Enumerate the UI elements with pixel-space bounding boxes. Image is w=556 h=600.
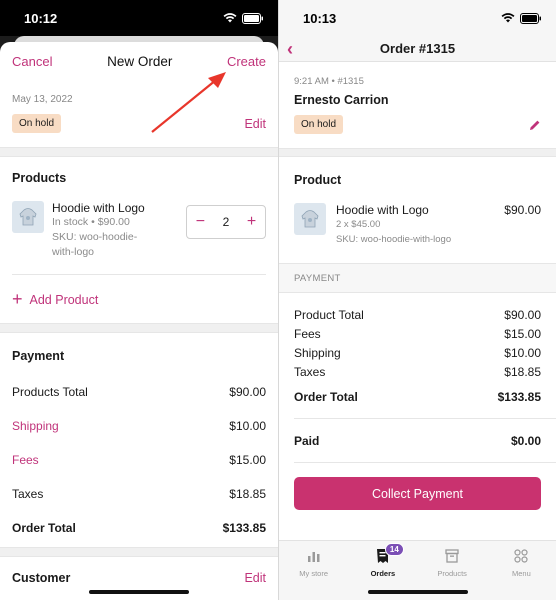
product-item: Hoodie with Logo In stock • $90.00 SKU: … (0, 201, 278, 260)
increment-button[interactable]: + (247, 213, 256, 231)
payment-row-order-total: Order Total $133.85 (294, 389, 541, 404)
nav-bar: Cancel New Order Create (0, 42, 278, 80)
product-sku-cont: with-logo (52, 246, 95, 258)
customer-name: Ernesto Carrion (294, 93, 389, 107)
back-chevron-icon[interactable]: ‹ (287, 39, 293, 60)
box-icon (445, 549, 459, 563)
order-date: May 13, 2022 (12, 94, 73, 105)
customer-row: Customer Edit (0, 571, 278, 585)
status-badge: On hold (12, 114, 62, 133)
status-row: On hold Edit (0, 105, 278, 133)
order-detail-screen: 10:13 ‹ Order #1315 9:21 AM • #1315 Erne… (278, 0, 556, 600)
add-product-label: Add Product (29, 292, 99, 307)
payment-row-fees: Fees $15.00 (294, 326, 541, 341)
wifi-icon (501, 13, 515, 23)
products-section-title: Products (12, 171, 67, 185)
battery-icon (520, 12, 541, 24)
collect-payment-button[interactable]: Collect Payment (294, 477, 541, 510)
decrement-button[interactable]: − (196, 213, 205, 231)
hoodie-icon (301, 210, 319, 228)
create-button[interactable]: Create (227, 54, 266, 69)
hoodie-icon (19, 208, 37, 226)
status-icons (501, 12, 542, 24)
tab-label: My store (299, 569, 328, 578)
payment-row-shipping: Shipping $10.00 (294, 345, 541, 360)
page-title: Order #1315 (379, 41, 456, 56)
product-name: Hoodie with Logo (52, 201, 145, 215)
tab-label: Menu (511, 569, 531, 578)
annotation-arrow-icon (151, 72, 226, 133)
add-product-button[interactable]: + Add Product (0, 289, 278, 310)
pencil-icon[interactable] (529, 119, 541, 131)
payment-row-product-total: Product Total $90.00 (294, 307, 541, 322)
status-bar: 10:13 (279, 0, 556, 36)
battery-icon (242, 12, 263, 24)
home-indicator (89, 590, 189, 594)
payment-row-taxes: Taxes $18.85 (294, 364, 541, 379)
new-order-sheet: Cancel New Order Create May 13, 2022 On … (0, 42, 278, 600)
tab-label: Orders (370, 569, 396, 578)
product-qty-price: 2 x $45.00 (336, 219, 381, 230)
payment-section-label: PAYMENT (279, 263, 556, 293)
plus-icon: + (12, 289, 23, 309)
product-thumbnail (12, 201, 44, 233)
edit-status-button[interactable]: Edit (244, 117, 266, 131)
new-order-screen: 10:12 Cancel New Order Create May 13, 20… (0, 0, 278, 600)
status-time: 10:13 (303, 10, 337, 26)
tab-label: Products (437, 569, 467, 578)
product-price: $90.00 (504, 203, 541, 217)
product-sku: SKU: woo-hoodie-with-logo (336, 234, 452, 245)
quantity-value: 2 (222, 215, 230, 229)
quantity-stepper: − 2 + (186, 205, 266, 239)
status-time: 10:12 (24, 10, 58, 26)
product-thumbnail (294, 203, 326, 235)
chart-icon (307, 552, 320, 562)
payment-row-order-total: Order Total $133.85 (12, 521, 266, 535)
status-icons (223, 12, 264, 24)
wifi-icon (223, 13, 237, 23)
paid-row: Paid $0.00 (294, 433, 541, 448)
product-stock-price: In stock • $90.00 (52, 216, 130, 228)
status-bar: 10:12 (0, 0, 278, 36)
cancel-button[interactable]: Cancel (12, 54, 52, 69)
status-row: On hold (279, 107, 556, 134)
product-name: Hoodie with Logo (336, 203, 429, 217)
product-item[interactable]: Hoodie with Logo 2 x $45.00 SKU: woo-hoo… (279, 203, 556, 247)
payment-row-products-total: Products Total $90.00 (12, 385, 266, 399)
orders-count-badge: 14 (384, 543, 404, 556)
home-indicator (368, 590, 468, 594)
tab-menu[interactable]: Menu (487, 541, 556, 600)
nav-bar: ‹ Order #1315 (279, 36, 556, 62)
grid-icon (514, 549, 528, 563)
tab-my-store[interactable]: My store (279, 541, 348, 600)
status-badge: On hold (294, 115, 344, 134)
page-title: New Order (107, 53, 173, 69)
payment-row-taxes: Taxes $18.85 (12, 487, 266, 501)
order-meta: 9:21 AM • #1315 (294, 76, 364, 87)
payment-section-title: Payment (12, 349, 65, 363)
payment-row-shipping[interactable]: Shipping $10.00 (0, 419, 278, 433)
edit-customer-button[interactable]: Edit (244, 571, 266, 585)
product-sku: SKU: woo-hoodie- (52, 231, 138, 243)
product-section-title: Product (294, 173, 342, 187)
payment-row-fees[interactable]: Fees $15.00 (0, 453, 278, 467)
customer-section-title: Customer (12, 571, 71, 585)
